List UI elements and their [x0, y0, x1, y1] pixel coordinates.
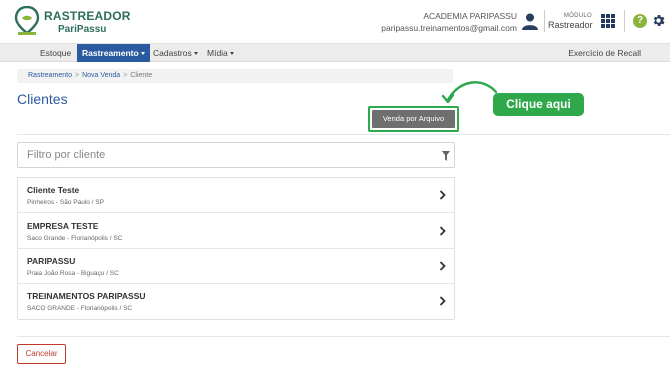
breadcrumb-link-nova-venda[interactable]: Nova Venda — [82, 72, 120, 79]
client-name: Cliente Teste — [27, 185, 80, 195]
header-divider — [624, 10, 625, 32]
breadcrumb-separator: > — [74, 72, 80, 79]
main-navbar: Estoque Rastreamento Cadastros Mídia Exe… — [0, 43, 670, 62]
filter-funnel-icon[interactable] — [442, 151, 450, 161]
nav-item-midia[interactable]: Mídia — [202, 44, 239, 62]
page-title: Clientes — [17, 91, 68, 107]
chevron-right-icon — [439, 190, 446, 200]
account-company: ACADEMIA PARIPASSU — [423, 11, 517, 21]
brand-logo[interactable]: RASTREADOR PariPassu — [14, 6, 130, 38]
account-info[interactable]: ACADEMIA PARIPASSU paripassu.treinamento… — [381, 10, 517, 34]
caret-down-icon — [229, 52, 234, 56]
client-name: PARIPASSU — [27, 256, 76, 266]
client-list: Cliente Teste Pinheiros - São Paulo / SP… — [17, 177, 455, 320]
client-name: EMPRESA TESTE — [27, 221, 99, 231]
user-icon[interactable] — [521, 12, 539, 30]
client-name: TREINAMENTOS PARIPASSU — [27, 291, 146, 301]
breadcrumb-link-rastreamento[interactable]: Rastreamento — [28, 72, 72, 79]
nav-item-estoque[interactable]: Estoque — [35, 44, 76, 62]
annotation-callout: Clique aqui — [493, 93, 584, 116]
client-row[interactable]: PARIPASSU Praia João Rosa - Biguaçu / SC — [18, 249, 454, 284]
account-email: paripassu.treinamentos@gmail.com — [381, 23, 517, 33]
nav-item-label: Mídia — [207, 48, 228, 58]
breadcrumb: Rastreamento > Nova Venda > Cliente — [17, 69, 453, 83]
nav-item-label: Rastreamento — [82, 48, 139, 58]
help-icon[interactable]: ? — [633, 14, 647, 28]
client-filter — [17, 142, 455, 168]
brand-subtitle: PariPassu — [58, 24, 107, 35]
chevron-right-icon — [439, 261, 446, 271]
app-header: RASTREADOR PariPassu ACADEMIA PARIPASSU … — [0, 0, 670, 42]
chevron-right-icon — [439, 226, 446, 236]
client-address: Pinheiros - São Paulo / SP — [27, 199, 104, 206]
nav-item-label: Estoque — [40, 48, 72, 58]
caret-down-icon — [193, 52, 198, 56]
brand-title: RASTREADOR — [44, 9, 131, 23]
nav-item-label: Cadastros — [153, 48, 192, 58]
module-value: Rastreador — [548, 20, 593, 30]
client-row[interactable]: Cliente Teste Pinheiros - São Paulo / SP — [18, 178, 454, 213]
section-divider — [17, 336, 670, 337]
chevron-right-icon — [439, 296, 446, 306]
nav-item-rastreamento[interactable]: Rastreamento — [77, 44, 150, 62]
apps-grid-icon[interactable] — [601, 14, 615, 28]
nav-item-cadastros[interactable]: Cadastros — [148, 44, 203, 62]
cancel-button[interactable]: Cancelar — [17, 344, 66, 364]
client-address: Praia João Rosa - Biguaçu / SC — [27, 270, 119, 277]
caret-down-icon — [140, 52, 145, 56]
header-divider — [544, 10, 545, 32]
client-row[interactable]: EMPRESA TESTE Saco Grande - Florianópoli… — [18, 214, 454, 249]
venda-por-arquivo-button[interactable]: Venda por Arquivo — [372, 110, 455, 128]
map-pin-logo-icon — [14, 6, 40, 35]
section-divider — [17, 134, 670, 135]
module-selector[interactable]: MÓDULO Rastreador — [548, 13, 593, 30]
annotation-arrow-icon — [441, 81, 498, 104]
breadcrumb-current: Cliente — [130, 72, 153, 79]
breadcrumb-separator: > — [123, 72, 128, 79]
venda-highlight-frame: Venda por Arquivo — [368, 106, 459, 132]
nav-item-exercicio-recall[interactable]: Exercício de Recall — [568, 44, 641, 62]
client-row[interactable]: TREINAMENTOS PARIPASSU SACO GRANDE - Flo… — [18, 284, 454, 319]
client-address: SACO GRANDE - Florianópolis / SC — [27, 305, 133, 312]
gear-icon[interactable] — [651, 13, 666, 28]
module-label: MÓDULO — [563, 13, 592, 19]
client-filter-input[interactable] — [18, 143, 438, 167]
client-address: Saco Grande - Florianópolis / SC — [27, 235, 123, 242]
